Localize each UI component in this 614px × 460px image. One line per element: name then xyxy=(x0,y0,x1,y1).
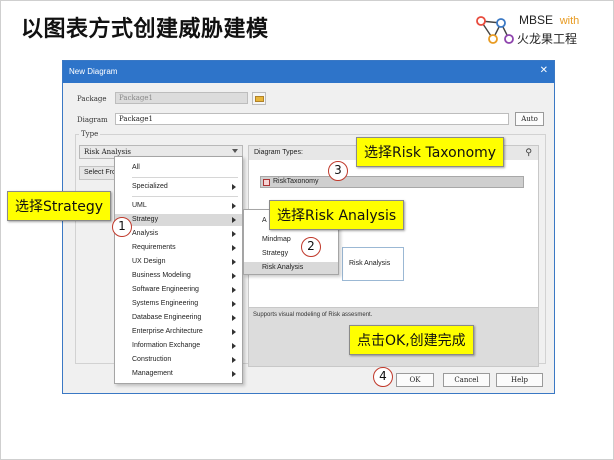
menu-item-strategy[interactable]: Strategy xyxy=(115,214,242,226)
callout-select-risk-taxonomy: 选择Risk Taxonomy xyxy=(356,137,505,167)
chevron-right-icon xyxy=(232,371,236,377)
description-text: Supports visual modeling of Risk assesme… xyxy=(253,312,373,318)
menu-item-information-exchange[interactable]: Information Exchange xyxy=(115,340,242,352)
menu-item-software-engineering[interactable]: Software Engineering xyxy=(115,284,242,296)
menu-separator xyxy=(132,196,238,197)
chevron-right-icon xyxy=(232,343,236,349)
package-label: Package xyxy=(77,95,107,103)
chevron-right-icon xyxy=(232,273,236,279)
help-button[interactable]: Help xyxy=(496,373,543,387)
diagram-label: Diagram xyxy=(77,116,108,124)
logo-accent: with xyxy=(559,15,580,27)
chevron-right-icon xyxy=(232,357,236,363)
close-icon[interactable]: ✕ xyxy=(540,65,548,76)
chevron-right-icon xyxy=(232,217,236,223)
chevron-right-icon xyxy=(232,287,236,293)
slide: 以图表方式创建威胁建模 MBSE with 火龙果工程 New Diagram … xyxy=(0,0,614,460)
menu-item-database-engineering[interactable]: Database Engineering xyxy=(115,312,242,324)
risk-taxonomy-icon xyxy=(263,179,270,186)
chevron-right-icon xyxy=(232,329,236,335)
auto-button[interactable]: Auto xyxy=(515,112,544,126)
step-marker-1: 1 xyxy=(112,217,132,237)
callout-select-risk-analysis: 选择Risk Analysis xyxy=(269,200,405,230)
menu-item-construction[interactable]: Construction xyxy=(115,354,242,366)
chevron-right-icon xyxy=(232,315,236,321)
menu-item-specialized[interactable]: Specialized xyxy=(115,181,242,193)
diagram-name-field[interactable]: Package1 xyxy=(115,113,509,125)
diagram-type-label: RiskTaxonomy xyxy=(273,178,319,185)
callout-select-strategy: 选择Strategy xyxy=(7,191,111,221)
menu-item-all[interactable]: All xyxy=(115,162,242,174)
category-dropdown-menu: All Specialized UML Strategy Analysis Re… xyxy=(114,156,243,384)
menu-item-analysis[interactable]: Analysis xyxy=(115,228,242,240)
menu-separator xyxy=(132,177,238,178)
logo-name: MBSE xyxy=(519,13,554,27)
package-field[interactable]: Package1 xyxy=(115,92,248,104)
callout-click-ok: 点击OK,创建完成 xyxy=(349,325,474,355)
menu-item-business-modeling[interactable]: Business Modeling xyxy=(115,270,242,282)
molecule-logo-icon xyxy=(476,16,514,44)
menu-item-systems-engineering[interactable]: Systems Engineering xyxy=(115,298,242,310)
cancel-button[interactable]: Cancel xyxy=(443,373,490,387)
chevron-right-icon xyxy=(232,231,236,237)
mbse-logo: MBSE with 火龙果工程 xyxy=(475,13,605,49)
diagram-type-row[interactable]: RiskTaxonomy xyxy=(260,176,524,188)
menu-item-enterprise-architecture[interactable]: Enterprise Architecture xyxy=(115,326,242,338)
submenu-item-risk-analysis[interactable]: Risk Analysis xyxy=(244,262,338,274)
folder-browse-button[interactable] xyxy=(252,92,266,105)
preview-label: Risk Analysis xyxy=(349,260,391,267)
logo-subtitle: 火龙果工程 xyxy=(517,32,578,46)
submenu-item-strategy[interactable]: Strategy xyxy=(244,248,338,260)
logo-top-text: MBSE with xyxy=(519,13,579,27)
chevron-right-icon xyxy=(232,301,236,307)
folder-icon xyxy=(255,96,264,102)
menu-item-ux-design[interactable]: UX Design xyxy=(115,256,242,268)
menu-item-requirements[interactable]: Requirements xyxy=(115,242,242,254)
submenu-item-mindmap[interactable]: Mindmap xyxy=(244,234,338,246)
step-marker-2: 2 xyxy=(301,237,321,257)
dialog-titlebar[interactable]: New Diagram ✕ xyxy=(63,61,554,83)
chevron-down-icon xyxy=(232,149,238,153)
step-marker-4: 4 xyxy=(373,367,393,387)
chevron-right-icon xyxy=(232,203,236,209)
dialog-title: New Diagram xyxy=(69,67,118,76)
type-label: Type xyxy=(79,130,101,138)
search-icon[interactable]: ⚲ xyxy=(525,148,532,158)
menu-item-uml[interactable]: UML xyxy=(115,200,242,212)
ok-button[interactable]: OK xyxy=(396,373,434,387)
slide-title: 以图表方式创建威胁建模 xyxy=(21,17,269,42)
step-marker-3: 3 xyxy=(328,161,348,181)
chevron-right-icon xyxy=(232,184,236,190)
menu-item-management[interactable]: Management xyxy=(115,368,242,380)
chevron-right-icon xyxy=(232,245,236,251)
combo-value: Risk Analysis xyxy=(84,148,131,156)
chevron-right-icon xyxy=(232,259,236,265)
diagram-types-label: Diagram Types: xyxy=(254,149,303,156)
diagram-preview: Risk Analysis xyxy=(342,247,404,281)
